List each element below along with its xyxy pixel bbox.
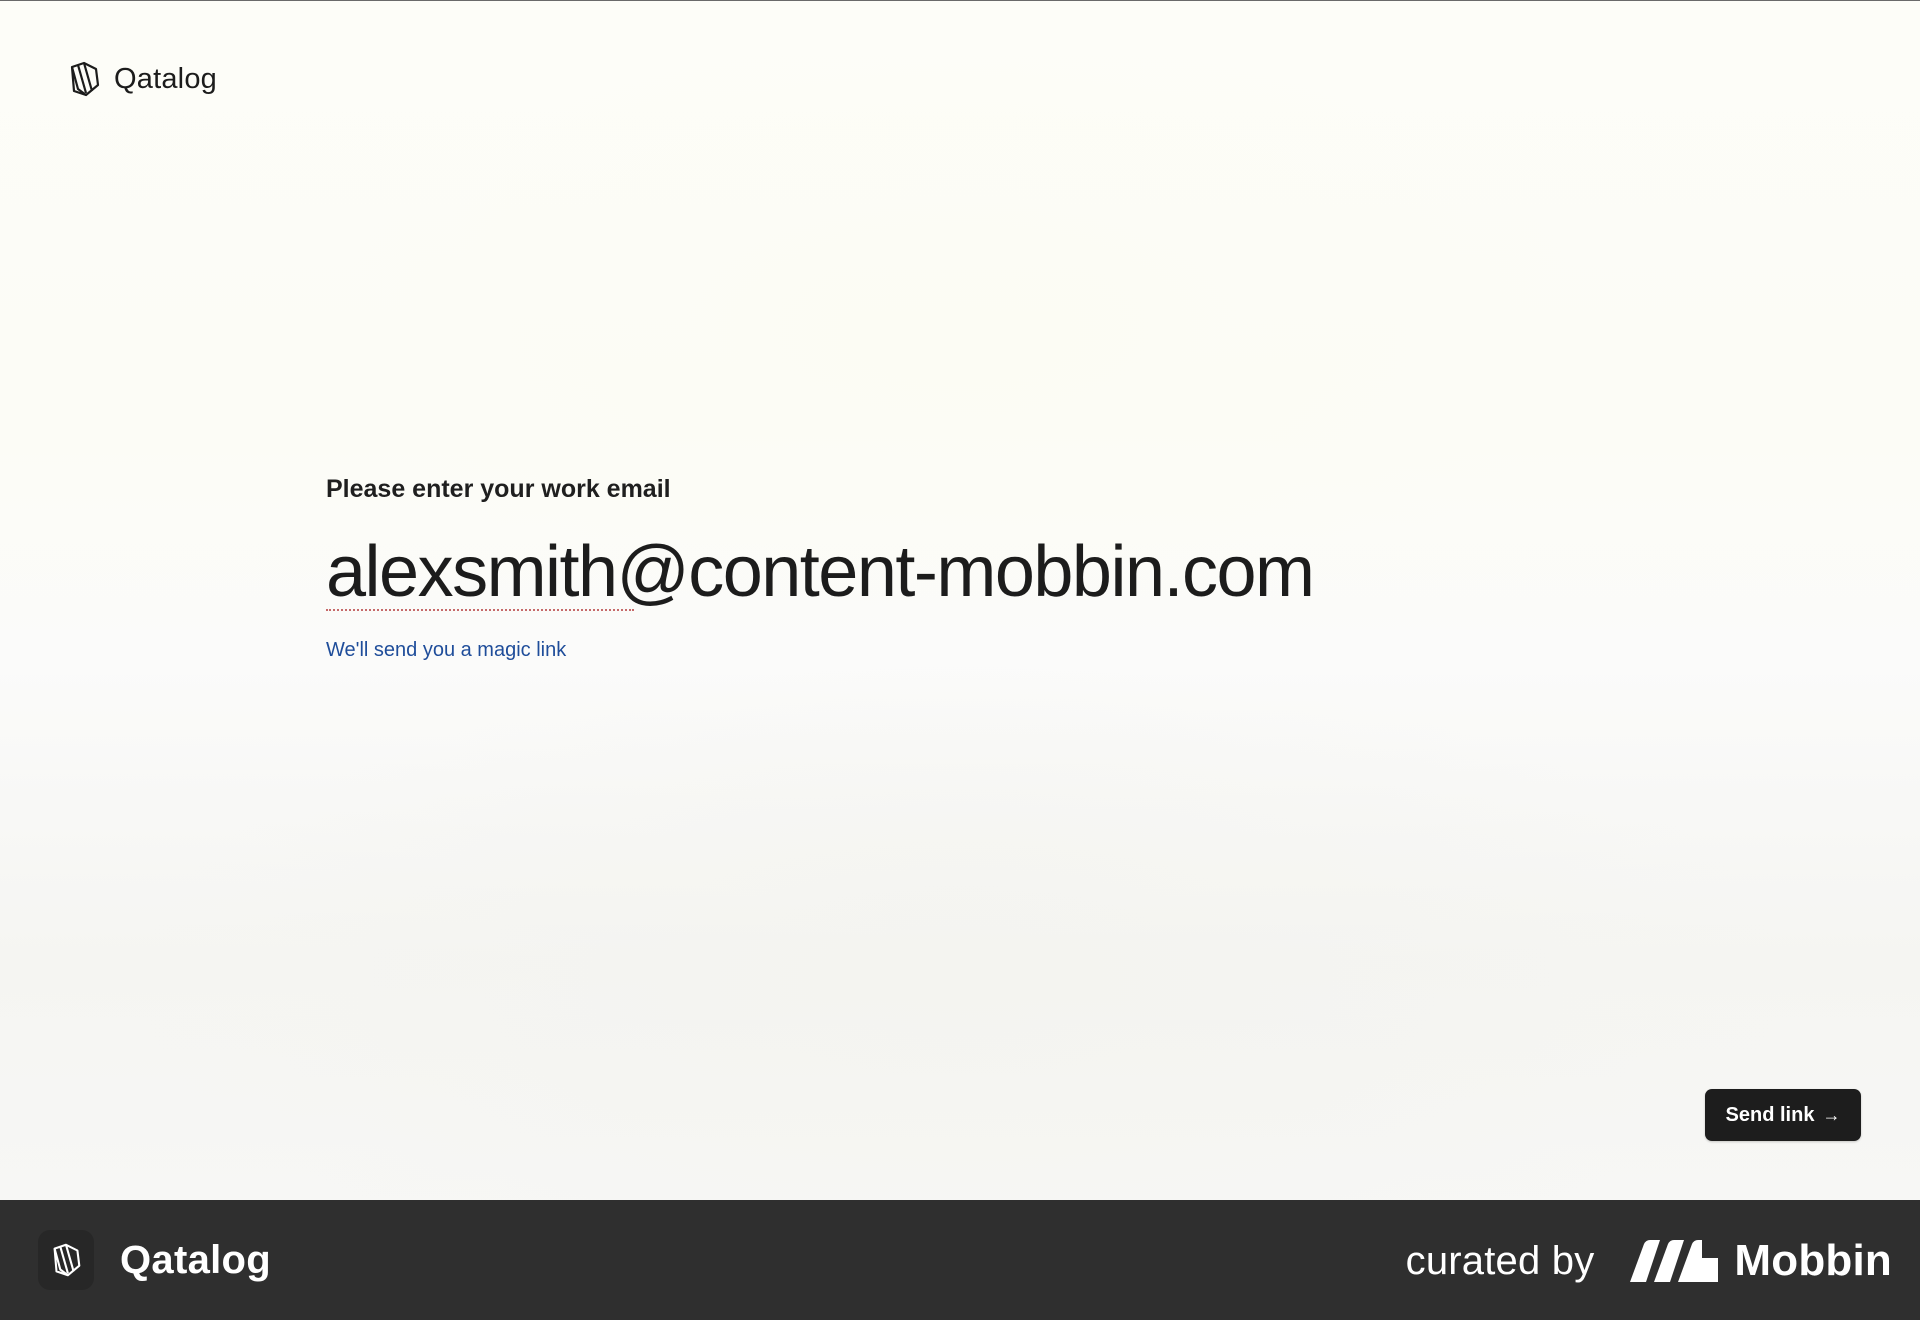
mobbin-wordmark: Mobbin — [1734, 1236, 1892, 1285]
mobbin-logo-icon — [1630, 1240, 1734, 1282]
email-form: Please enter your work email We'll send … — [326, 471, 1526, 662]
footer-app-name: Qatalog — [120, 1237, 272, 1282]
email-input[interactable] — [326, 529, 1526, 615]
send-link-button[interactable]: Send link → — [1705, 1089, 1861, 1141]
spellcheck-underline — [326, 609, 634, 611]
footer-banner: Qatalog curated by Mobbin — [0, 1200, 1920, 1320]
send-link-label: Send link — [1725, 1103, 1815, 1126]
qatalog-logo-icon — [53, 1243, 81, 1277]
footer-attribution: curated by Mobbin — [1406, 1236, 1892, 1286]
magic-link-hint[interactable]: We'll send you a magic link — [326, 639, 566, 662]
footer-app-brand: Qatalog — [38, 1230, 271, 1290]
footer-app-icon — [38, 1230, 94, 1290]
header-brand-name: Qatalog — [114, 62, 217, 95]
arrow-right-icon: → — [1822, 1104, 1841, 1125]
qatalog-logo-icon — [70, 61, 100, 97]
header-logo[interactable]: Qatalog — [64, 59, 217, 99]
curated-by-text: curated by — [1405, 1238, 1595, 1283]
login-page: Qatalog Please enter your work email We'… — [0, 1, 1920, 1200]
email-prompt-label: Please enter your work email — [326, 475, 671, 503]
